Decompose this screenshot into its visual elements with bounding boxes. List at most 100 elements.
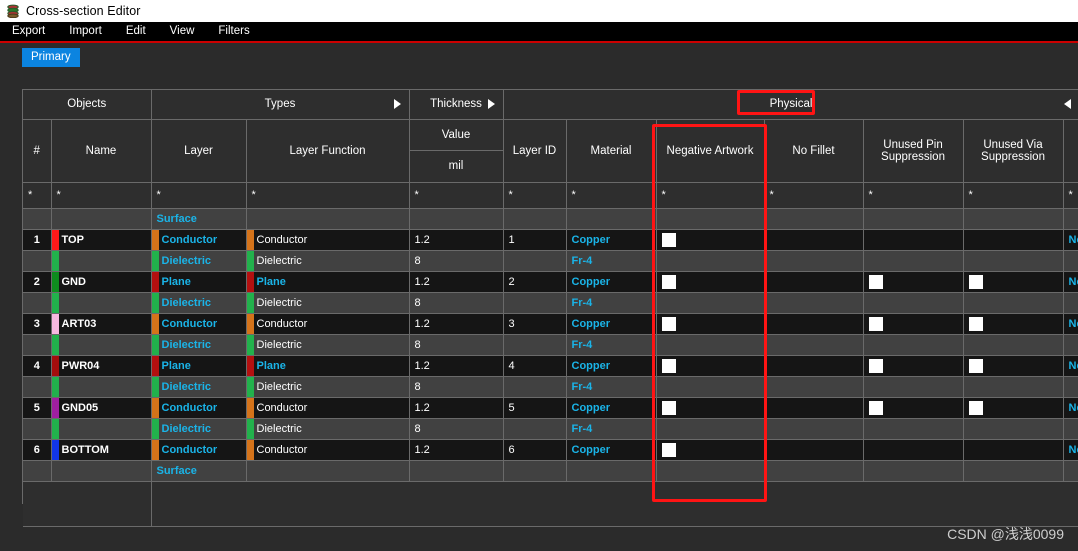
checkbox[interactable] [868, 316, 883, 331]
cell-negative-artwork[interactable] [656, 355, 765, 377]
cell-name[interactable] [51, 250, 152, 272]
cell-no-fillet[interactable] [764, 313, 864, 335]
table-row[interactable]: Surface [23, 460, 1078, 482]
cell-negative-artwork[interactable] [656, 439, 765, 461]
cell-index[interactable] [23, 250, 52, 272]
cell-material[interactable]: Copper [566, 355, 657, 377]
cell-value[interactable]: 1.2 [409, 313, 504, 335]
cell-unused-via-suppression[interactable] [963, 355, 1064, 377]
cell-layer[interactable]: Dielectric [151, 250, 247, 272]
cell-material[interactable]: Fr-4 [566, 418, 657, 440]
cell-layer-function[interactable]: Conductor [246, 439, 410, 461]
table-row[interactable]: Surface [23, 208, 1078, 230]
column-header-overflow[interactable] [1063, 119, 1078, 183]
cell-layer-function[interactable]: Conductor [246, 313, 410, 335]
cell-unused-via-suppression[interactable] [963, 250, 1064, 272]
cell-index[interactable] [23, 376, 52, 398]
checkbox[interactable] [661, 358, 676, 373]
cell-layer[interactable]: Conductor [151, 313, 247, 335]
cell-layer[interactable]: Conductor [151, 229, 247, 251]
filter-index[interactable]: * [23, 182, 52, 209]
cell-no-fillet[interactable] [764, 439, 864, 461]
cell-layer[interactable]: Dielectric [151, 334, 247, 356]
cell-layer[interactable]: Plane [151, 355, 247, 377]
cell-name[interactable]: PWR04 [51, 355, 152, 377]
cell-negative-artwork[interactable] [656, 376, 765, 398]
cell-value[interactable]: 1.2 [409, 229, 504, 251]
cell-unused-via-suppression[interactable] [963, 229, 1064, 251]
cell-negative-artwork[interactable] [656, 208, 765, 230]
cell-overflow[interactable] [1063, 376, 1078, 398]
cell-layer-id[interactable] [503, 250, 567, 272]
column-header-layer-function[interactable]: Layer Function [246, 119, 410, 183]
cell-name[interactable]: TOP [51, 229, 152, 251]
table-row[interactable]: Dielectric Dielectric 8 Fr-4 [23, 292, 1078, 314]
cell-layer-id[interactable]: 3 [503, 313, 567, 335]
cell-unused-pin-suppression[interactable] [863, 397, 964, 419]
cell-no-fillet[interactable] [764, 376, 864, 398]
cell-overflow[interactable] [1063, 418, 1078, 440]
cell-overflow[interactable] [1063, 460, 1078, 482]
cell-overflow[interactable] [1063, 208, 1078, 230]
column-header-negative-artwork[interactable]: Negative Artwork [656, 119, 765, 183]
cell-unused-via-suppression[interactable] [963, 334, 1064, 356]
cell-value[interactable] [409, 208, 504, 230]
menu-item-import[interactable]: Import [57, 22, 114, 41]
table-row[interactable]: 1 TOP Conductor Conductor 1.2 1 Copper No [23, 229, 1078, 251]
cell-no-fillet[interactable] [764, 334, 864, 356]
cell-index[interactable]: 4 [23, 355, 52, 377]
cell-no-fillet[interactable] [764, 250, 864, 272]
checkbox[interactable] [968, 400, 983, 415]
cell-negative-artwork[interactable] [656, 292, 765, 314]
cell-material[interactable]: Fr-4 [566, 334, 657, 356]
cell-index[interactable] [23, 334, 52, 356]
cell-overflow[interactable]: No [1063, 397, 1078, 419]
cell-negative-artwork[interactable] [656, 460, 765, 482]
cell-material[interactable]: Fr-4 [566, 376, 657, 398]
cell-negative-artwork[interactable] [656, 397, 765, 419]
cell-value[interactable]: 1.2 [409, 271, 504, 293]
cell-layer-id[interactable] [503, 460, 567, 482]
table-row[interactable]: Dielectric Dielectric 8 Fr-4 [23, 376, 1078, 398]
cell-value[interactable]: 8 [409, 334, 504, 356]
filter-overflow[interactable]: * [1063, 182, 1078, 209]
checkbox[interactable] [968, 274, 983, 289]
cell-no-fillet[interactable] [764, 418, 864, 440]
cell-name[interactable] [51, 418, 152, 440]
cell-layer[interactable]: Surface [151, 460, 247, 482]
menu-item-view[interactable]: View [158, 22, 207, 41]
cell-unused-via-suppression[interactable] [963, 376, 1064, 398]
filter-no-fillet[interactable]: * [764, 182, 864, 209]
checkbox[interactable] [661, 400, 676, 415]
cell-unused-pin-suppression[interactable] [863, 439, 964, 461]
filter-unused-pin[interactable]: * [863, 182, 964, 209]
cell-unused-pin-suppression[interactable] [863, 460, 964, 482]
cell-layer-function[interactable]: Plane [246, 355, 410, 377]
cell-unused-via-suppression[interactable] [963, 313, 1064, 335]
checkbox[interactable] [868, 400, 883, 415]
menu-item-export[interactable]: Export [0, 22, 57, 41]
cell-material[interactable]: Copper [566, 229, 657, 251]
column-header-name[interactable]: Name [51, 119, 152, 183]
cell-overflow[interactable] [1063, 250, 1078, 272]
filter-layer-function[interactable]: * [246, 182, 410, 209]
cell-index[interactable] [23, 418, 52, 440]
table-row[interactable]: 3 ART03 Conductor Conductor 1.2 3 Copper No [23, 313, 1078, 335]
cell-layer-function[interactable]: Dielectric [246, 376, 410, 398]
cell-layer-function[interactable]: Plane [246, 271, 410, 293]
chevron-right-icon[interactable] [393, 99, 401, 110]
filter-layer-id[interactable]: * [503, 182, 567, 209]
cell-unused-via-suppression[interactable] [963, 460, 1064, 482]
cell-index[interactable] [23, 208, 52, 230]
cell-layer-function[interactable] [246, 208, 410, 230]
cell-name[interactable]: GND [51, 271, 152, 293]
cell-layer[interactable]: Conductor [151, 397, 247, 419]
cell-overflow[interactable] [1063, 292, 1078, 314]
table-row[interactable]: 2 GND Plane Plane 1.2 2 Copper No [23, 271, 1078, 293]
cell-index[interactable]: 1 [23, 229, 52, 251]
cell-name[interactable] [51, 292, 152, 314]
cell-index[interactable]: 2 [23, 271, 52, 293]
tab-primary[interactable]: Primary [22, 48, 80, 67]
cell-unused-pin-suppression[interactable] [863, 418, 964, 440]
cell-unused-via-suppression[interactable] [963, 418, 1064, 440]
